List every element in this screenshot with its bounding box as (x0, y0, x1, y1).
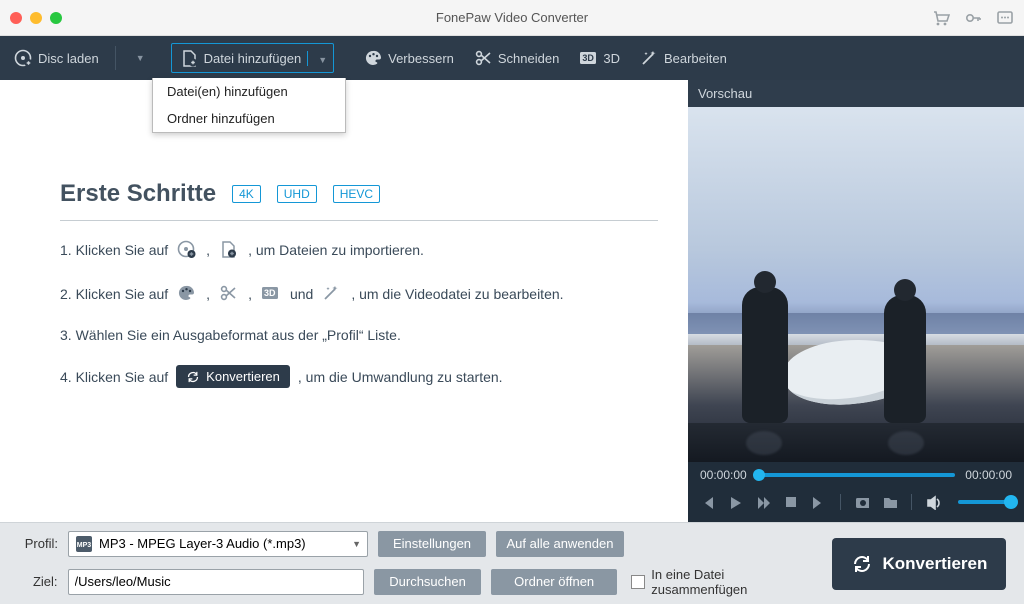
disc-icon (14, 49, 32, 67)
3d-label: 3D (603, 51, 620, 66)
convert-pill: Konvertieren (176, 365, 290, 388)
enhance-label: Verbessern (388, 51, 454, 66)
key-icon[interactable] (964, 9, 982, 27)
add-file-button[interactable]: Datei hinzufügen ▼ (171, 43, 335, 73)
edit-label: Bearbeiten (664, 51, 727, 66)
step-4: 4. Klicken Sie auf Konvertieren , um die… (60, 365, 658, 388)
wand-icon (321, 283, 343, 305)
minimize-window-button[interactable] (30, 12, 42, 24)
browse-button[interactable]: Durchsuchen (374, 569, 481, 595)
tag-4k: 4K (232, 185, 261, 203)
profile-label: Profil: (18, 536, 58, 551)
content-area: Erste Schritte 4K UHD HEVC 1. Klicken Si… (0, 80, 1024, 522)
play-button[interactable] (728, 495, 742, 509)
file-add-icon (180, 49, 198, 67)
disc-dropdown-chevron[interactable]: ▼ (136, 53, 145, 63)
palette-icon (364, 49, 382, 67)
titlebar: FonePaw Video Converter (0, 0, 1024, 36)
wand-icon (640, 49, 658, 67)
cut-label: Schneiden (498, 51, 559, 66)
preview-panel: Vorschau 00:00:00 00:00:00 (688, 80, 1024, 522)
dest-value[interactable] (75, 574, 358, 589)
step-2: 2. Klicken Sie auf , , 3D und , um die V… (60, 283, 658, 305)
dest-label: Ziel: (18, 574, 58, 589)
settings-button[interactable]: Einstellungen (378, 531, 486, 557)
load-disc-button[interactable]: Disc laden (14, 49, 99, 67)
enhance-button[interactable]: Verbessern (364, 49, 454, 67)
3d-icon: 3D (579, 49, 597, 67)
add-file-dropdown: Datei(en) hinzufügen Ordner hinzufügen (152, 78, 346, 133)
cart-icon[interactable] (932, 9, 950, 27)
step-1: 1. Klicken Sie auf , , um Dateien zu imp… (60, 239, 658, 261)
time-start: 00:00:00 (700, 468, 747, 482)
3d-icon: 3D (260, 283, 282, 305)
close-window-button[interactable] (10, 12, 22, 24)
stop-button[interactable] (784, 495, 798, 509)
preview-image (688, 107, 1024, 462)
profile-select[interactable]: ▼ (68, 531, 368, 557)
tag-uhd: UHD (277, 185, 317, 203)
time-bar: 00:00:00 00:00:00 (688, 462, 1024, 488)
dest-field[interactable] (68, 569, 365, 595)
next-button[interactable] (812, 495, 826, 509)
step-3: 3. Wählen Sie ein Ausgabeformat aus der … (60, 327, 658, 343)
prev-button[interactable] (700, 495, 714, 509)
profile-value[interactable] (99, 536, 346, 551)
window-title: FonePaw Video Converter (0, 10, 1024, 25)
maximize-window-button[interactable] (50, 12, 62, 24)
cut-button[interactable]: Schneiden (474, 49, 559, 67)
volume-icon[interactable] (926, 495, 940, 509)
main-panel: Erste Schritte 4K UHD HEVC 1. Klicken Si… (0, 80, 688, 522)
tag-hevc: HEVC (333, 185, 380, 203)
merge-checkbox[interactable]: In eine Datei zusammenfügen (631, 567, 821, 597)
dropdown-add-files[interactable]: Datei(en) hinzufügen (153, 78, 345, 105)
apply-all-button[interactable]: Auf alle anwenden (496, 531, 624, 557)
dropdown-add-folder[interactable]: Ordner hinzufügen (153, 105, 345, 132)
bottom-bar: Profil: ▼ Einstellungen Auf alle anwende… (0, 522, 1024, 604)
preview-title: Vorschau (688, 80, 1024, 107)
player-controls (688, 488, 1024, 522)
time-end: 00:00:00 (965, 468, 1012, 482)
main-toolbar: Disc laden ▼ Datei hinzufügen ▼ Verbesse… (0, 36, 1024, 80)
snapshot-folder-button[interactable] (883, 495, 897, 509)
palette-icon (176, 283, 198, 305)
load-disc-label: Disc laden (38, 51, 99, 66)
file-add-icon (218, 239, 240, 261)
seek-slider[interactable] (757, 473, 956, 477)
fast-forward-button[interactable] (756, 495, 770, 509)
edit-button[interactable]: Bearbeiten (640, 49, 727, 67)
getting-started-title: Erste Schritte (60, 180, 216, 208)
snapshot-button[interactable] (855, 495, 869, 509)
add-file-label: Datei hinzufügen (204, 51, 302, 66)
3d-button[interactable]: 3D 3D (579, 49, 620, 67)
refresh-icon (851, 553, 873, 575)
merge-label: In eine Datei zusammenfügen (651, 567, 822, 597)
scissors-icon (474, 49, 492, 67)
open-folder-button[interactable]: Ordner öffnen (491, 569, 618, 595)
feedback-icon[interactable] (996, 9, 1014, 27)
volume-slider[interactable] (958, 500, 1012, 504)
add-file-dropdown-chevron[interactable]: ▼ (318, 55, 327, 65)
disc-icon (176, 239, 198, 261)
convert-label: Konvertieren (883, 554, 988, 574)
convert-button[interactable]: Konvertieren (832, 538, 1006, 590)
scissors-icon (218, 283, 240, 305)
